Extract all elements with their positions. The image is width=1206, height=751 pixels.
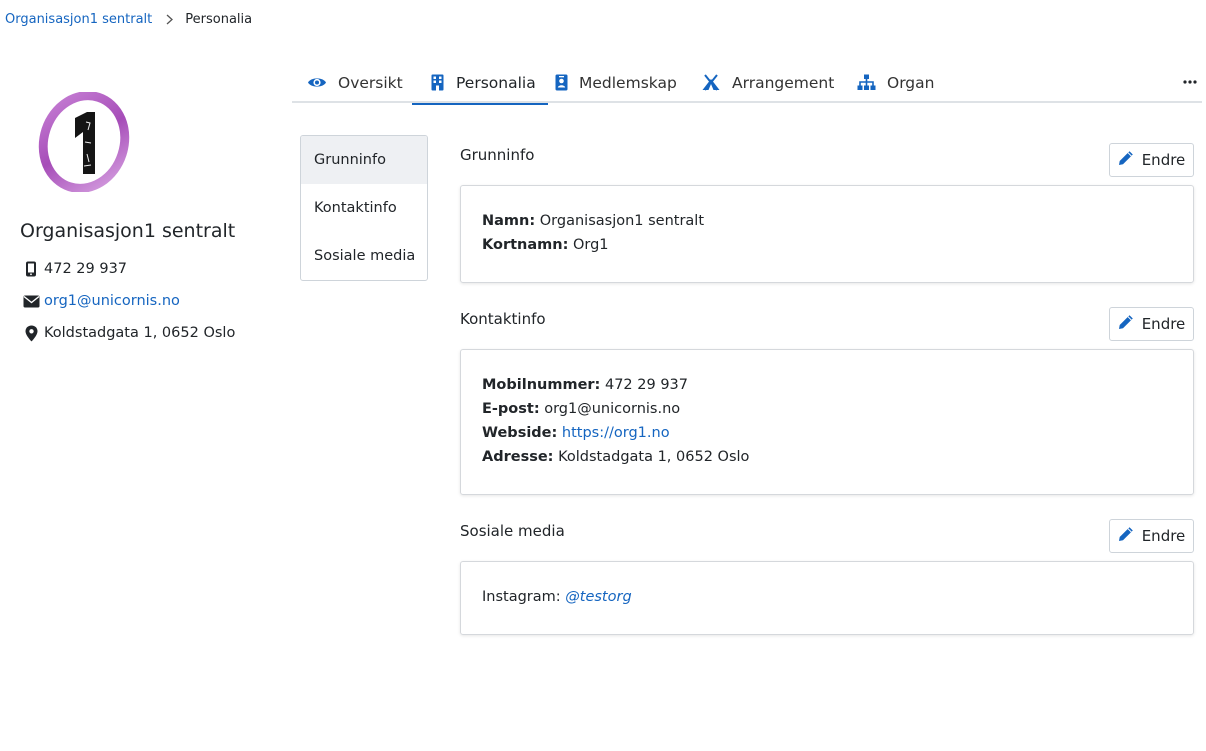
- subnav-item-grunninfo[interactable]: Grunninfo: [301, 136, 427, 184]
- campground-icon: [701, 73, 721, 93]
- org-name: Organisasjon1 sentralt: [20, 220, 236, 242]
- field-label: E-post:: [482, 401, 540, 417]
- pencil-icon: [1118, 150, 1134, 170]
- tab-label: Personalia: [456, 73, 536, 92]
- sosiale-instagram-row: Instagram: @testorg: [482, 589, 632, 605]
- breadcrumb: Organisasjon1 sentralt Personalia: [5, 10, 252, 28]
- instagram-link[interactable]: @testorg: [565, 589, 631, 605]
- field-value: Organisasjon1 sentralt: [539, 213, 705, 229]
- field-value: Org1: [572, 237, 609, 253]
- profile-address-value: Koldstadgata 1, 0652 Oslo: [44, 325, 236, 341]
- field-label: Mobilnummer:: [482, 377, 601, 393]
- field-label: Adresse:: [482, 449, 554, 465]
- profile-email-link[interactable]: org1@unicornis.no: [44, 293, 180, 309]
- tab-oversikt[interactable]: Oversikt: [307, 62, 403, 103]
- kontaktinfo-mobile-row: Mobilnummer: 472 29 937: [482, 377, 688, 393]
- pencil-icon: [1118, 526, 1134, 546]
- edit-grunninfo-button[interactable]: Endre: [1109, 143, 1194, 177]
- tab-label: Medlemskap: [579, 73, 677, 92]
- field-value: org1@unicornis.no: [544, 401, 681, 417]
- section-title-grunninfo: Grunninfo: [460, 146, 535, 164]
- kontaktinfo-email-row: E-post: org1@unicornis.no: [482, 401, 680, 417]
- eye-icon: [307, 73, 327, 93]
- profile-phone: 472 29 937: [20, 259, 127, 279]
- field-label: Namn:: [482, 213, 536, 229]
- tab-label: Arrangement: [732, 73, 835, 92]
- field-value: Koldstadgata 1, 0652 Oslo: [558, 449, 750, 465]
- field-label: Webside:: [482, 425, 558, 441]
- tab-organ[interactable]: Organ: [856, 62, 934, 103]
- subnav-item-kontaktinfo[interactable]: Kontaktinfo: [301, 184, 427, 232]
- field-label: Instagram:: [482, 589, 561, 605]
- edit-button-label: Endre: [1141, 315, 1186, 333]
- grunninfo-name-row: Namn: Organisasjon1 sentralt: [482, 213, 704, 229]
- section-title-kontaktinfo: Kontaktinfo: [460, 310, 546, 328]
- tab-bar: Oversikt Personalia Medlemskap Arrangeme…: [292, 62, 1202, 105]
- id-badge-icon: [551, 73, 571, 93]
- breadcrumb-current: Personalia: [185, 11, 253, 27]
- tab-label: Organ: [887, 73, 935, 92]
- edit-sosiale-media-button[interactable]: Endre: [1109, 519, 1194, 553]
- mobile-phone-icon: [22, 260, 40, 278]
- org-logo-icon: [38, 91, 130, 193]
- kontaktinfo-website-row: Webside: https://org1.no: [482, 425, 670, 441]
- profile-address: Koldstadgata 1, 0652 Oslo: [20, 323, 235, 343]
- tab-label: Oversikt: [338, 73, 403, 92]
- kontaktinfo-card: Mobilnummer: 472 29 937 E-post: org1@uni…: [460, 349, 1194, 495]
- profile-phone-value: 472 29 937: [44, 261, 128, 277]
- breadcrumb-link-organisation[interactable]: Organisasjon1 sentralt: [5, 12, 152, 27]
- building-icon: [427, 73, 447, 93]
- sosiale-media-card: Instagram: @testorg: [460, 561, 1194, 635]
- tab-arrangement[interactable]: Arrangement: [701, 62, 834, 103]
- sitemap-icon: [856, 73, 876, 93]
- edit-kontaktinfo-button[interactable]: Endre: [1109, 307, 1194, 341]
- profile-email: org1@unicornis.no: [20, 291, 180, 311]
- subnav-item-sosiale-media[interactable]: Sosiale media: [301, 232, 427, 280]
- kontaktinfo-address-row: Adresse: Koldstadgata 1, 0652 Oslo: [482, 449, 749, 465]
- tab-medlemskap[interactable]: Medlemskap: [551, 62, 677, 103]
- section-title-sosiale-media: Sosiale media: [460, 522, 565, 540]
- grunninfo-shortname-row: Kortnamn: Org1: [482, 237, 609, 253]
- tab-personalia[interactable]: Personalia: [412, 62, 548, 105]
- section-subnav: Grunninfo Kontaktinfo Sosiale media: [300, 135, 428, 281]
- more-options-icon[interactable]: [1178, 72, 1202, 92]
- field-value: 472 29 937: [604, 377, 688, 393]
- grunninfo-card: Namn: Organisasjon1 sentralt Kortnamn: O…: [460, 185, 1194, 283]
- map-marker-icon: [22, 324, 40, 342]
- website-link[interactable]: https://org1.no: [562, 425, 670, 441]
- pencil-icon: [1118, 314, 1134, 334]
- edit-button-label: Endre: [1141, 151, 1186, 169]
- chevron-right-icon: [166, 14, 174, 25]
- envelope-icon: [22, 292, 40, 310]
- edit-button-label: Endre: [1141, 527, 1186, 545]
- field-label: Kortnamn:: [482, 237, 569, 253]
